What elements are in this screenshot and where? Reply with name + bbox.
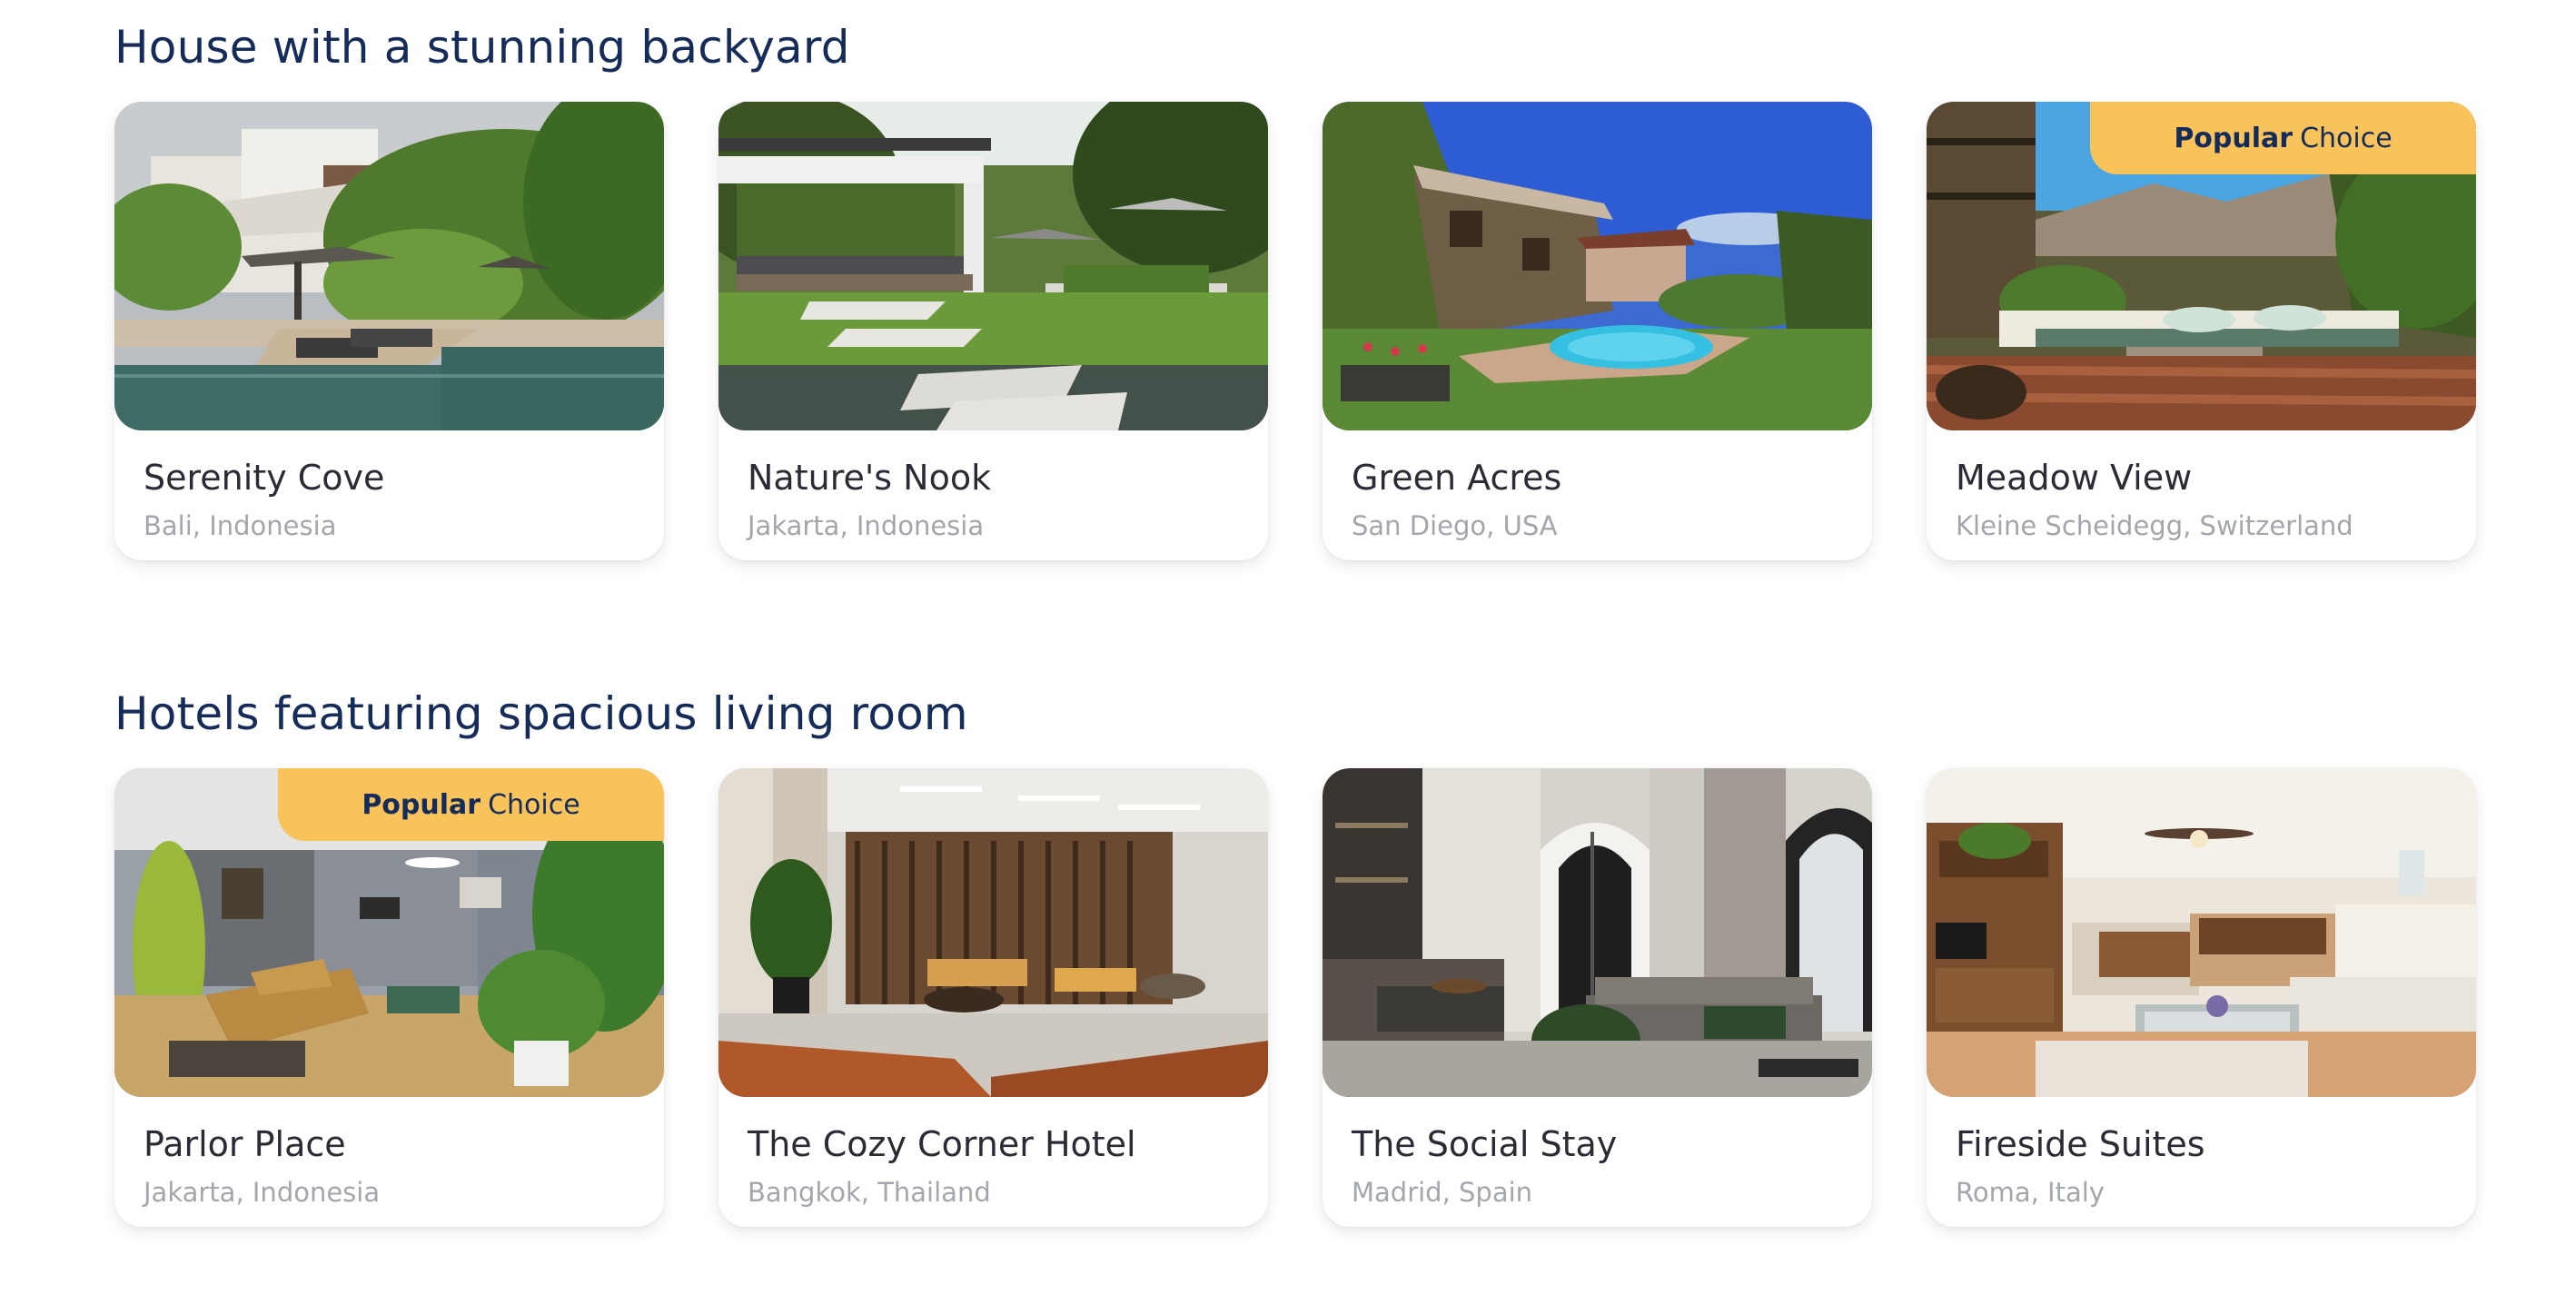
popular-choice-badge: Popular Choice (2090, 102, 2476, 174)
listing-photo[interactable] (718, 102, 1268, 430)
listing-location: Jakarta, Indonesia (748, 510, 985, 541)
section-spacious-living-hotels: Hotels featuring spacious living room Po… (114, 683, 2476, 1227)
listing-photo[interactable]: Popular Choice (1927, 102, 2476, 430)
listing-name[interactable]: Serenity Cove (144, 458, 384, 498)
listing-location: Roma, Italy (1956, 1177, 2105, 1208)
listing-card-meadow-view[interactable]: Popular Choice Meadow View Kleine Scheid… (1927, 102, 2476, 560)
section-title: House with a stunning backyard (114, 21, 850, 74)
page: House with a stunning backyard Serenity … (0, 0, 2576, 1314)
listing-location: Jakarta, Indonesia (144, 1177, 381, 1208)
listing-location: Bangkok, Thailand (748, 1177, 991, 1208)
listing-name[interactable]: Parlor Place (144, 1124, 346, 1164)
listing-location: Madrid, Spain (1352, 1177, 1533, 1208)
listing-photo[interactable] (718, 768, 1268, 1097)
badge-label-strong: Popular (362, 788, 481, 821)
listing-name[interactable]: The Social Stay (1352, 1124, 1617, 1164)
listing-name[interactable]: Nature's Nook (748, 458, 991, 498)
listing-location: Kleine Scheidegg, Switzerland (1956, 510, 2353, 541)
listing-photo[interactable] (1323, 768, 1872, 1097)
listing-photo[interactable] (1323, 102, 1872, 430)
popular-choice-badge: Popular Choice (278, 768, 664, 841)
listing-name[interactable]: The Cozy Corner Hotel (748, 1124, 1136, 1164)
listing-card-cozy-corner-hotel[interactable]: The Cozy Corner Hotel Bangkok, Thailand (718, 768, 1268, 1227)
listing-card-green-acres[interactable]: Green Acres San Diego, USA (1323, 102, 1872, 560)
badge-label-light: Choice (488, 788, 580, 821)
listing-location: Bali, Indonesia (144, 510, 337, 541)
section-title: Hotels featuring spacious living room (114, 687, 968, 740)
listing-name[interactable]: Fireside Suites (1956, 1124, 2205, 1164)
listing-photo[interactable] (1927, 768, 2476, 1097)
listing-card-natures-nook[interactable]: Nature's Nook Jakarta, Indonesia (718, 102, 1268, 560)
badge-label-light: Choice (2300, 122, 2393, 154)
listing-card-social-stay[interactable]: The Social Stay Madrid, Spain (1323, 768, 1872, 1227)
listing-photo[interactable]: Popular Choice (114, 768, 664, 1097)
listing-name[interactable]: Green Acres (1352, 458, 1561, 498)
listing-name[interactable]: Meadow View (1956, 458, 2192, 498)
card-list: Serenity Cove Bali, Indonesia Nature's N… (114, 102, 2476, 560)
section-backyard-houses: House with a stunning backyard Serenity … (114, 16, 2476, 560)
listing-card-fireside-suites[interactable]: Fireside Suites Roma, Italy (1927, 768, 2476, 1227)
listing-card-serenity-cove[interactable]: Serenity Cove Bali, Indonesia (114, 102, 664, 560)
card-list: Popular Choice Parlor Place Jakarta, Ind… (114, 768, 2476, 1227)
listing-photo[interactable] (114, 102, 664, 430)
listing-location: San Diego, USA (1352, 510, 1558, 541)
listing-card-parlor-place[interactable]: Popular Choice Parlor Place Jakarta, Ind… (114, 768, 664, 1227)
badge-label-strong: Popular (2174, 122, 2294, 154)
